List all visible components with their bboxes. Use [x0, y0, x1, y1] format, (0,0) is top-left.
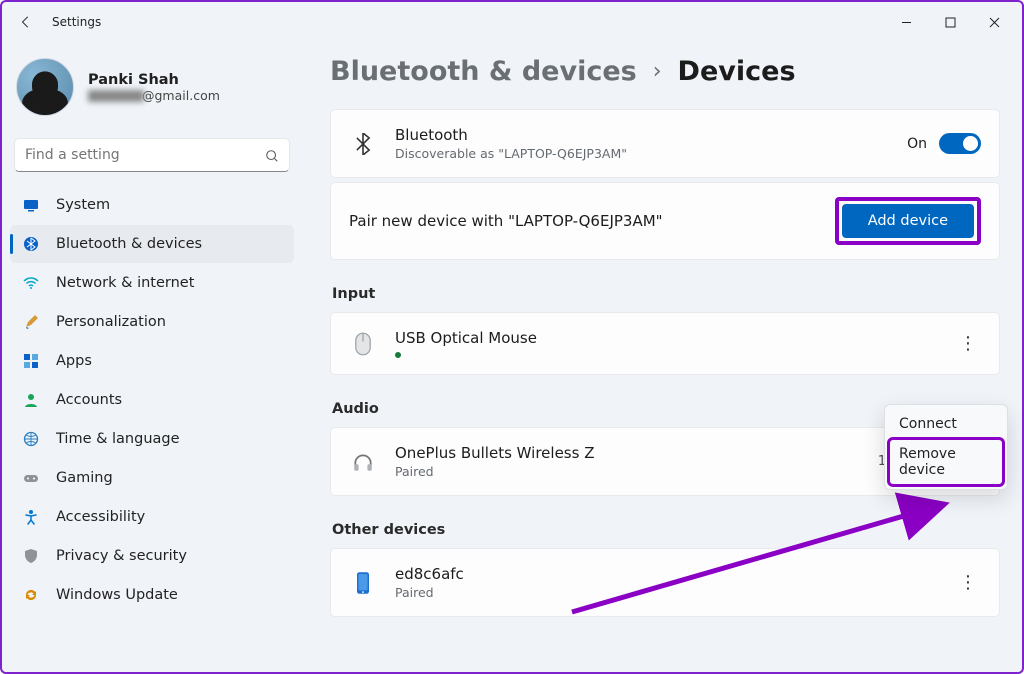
window-controls	[884, 7, 1016, 37]
sidebar: Panki Shah @gmail.com System Bluetooth &…	[2, 42, 302, 672]
nav-label: Privacy & security	[56, 548, 187, 564]
sidebar-item-apps[interactable]: Apps	[10, 342, 294, 380]
sidebar-item-accessibility[interactable]: Accessibility	[10, 498, 294, 536]
titlebar: Settings	[2, 2, 1022, 42]
bluetooth-subtitle: Discoverable as "LAPTOP-Q6EJP3AM"	[395, 146, 627, 161]
nav-label: Personalization	[56, 314, 166, 330]
pair-text: Pair new device with "LAPTOP-Q6EJP3AM"	[349, 212, 663, 230]
sidebar-item-gaming[interactable]: Gaming	[10, 459, 294, 497]
settings-window: Settings Panki Shah @gmail.com	[0, 0, 1024, 674]
sidebar-item-time[interactable]: Time & language	[10, 420, 294, 458]
apps-icon	[22, 352, 40, 370]
globe-clock-icon	[22, 430, 40, 448]
bluetooth-icon	[22, 235, 40, 253]
nav-label: System	[56, 197, 110, 213]
device-status: Paired	[395, 464, 594, 479]
breadcrumb: Bluetooth & devices › Devices	[330, 56, 1000, 87]
section-other-label: Other devices	[332, 522, 1000, 538]
system-icon	[22, 196, 40, 214]
sidebar-item-bluetooth[interactable]: Bluetooth & devices	[10, 225, 294, 263]
sidebar-item-personalization[interactable]: Personalization	[10, 303, 294, 341]
nav-label: Accessibility	[56, 509, 145, 525]
back-button[interactable]	[16, 12, 36, 32]
sidebar-item-network[interactable]: Network & internet	[10, 264, 294, 302]
annotation-highlight-add: Add device	[835, 197, 981, 245]
search-field[interactable]	[25, 147, 257, 163]
mouse-icon	[349, 332, 377, 356]
headphones-icon	[349, 451, 377, 473]
toggle-state-label: On	[907, 136, 927, 152]
section-input-label: Input	[332, 286, 1000, 302]
bluetooth-toggle-card: Bluetooth Discoverable as "LAPTOP-Q6EJP3…	[330, 109, 1000, 178]
nav-label: Gaming	[56, 470, 113, 486]
search-input[interactable]	[14, 138, 290, 172]
search-icon	[265, 148, 279, 162]
device-name: ed8c6afc	[395, 565, 464, 583]
update-icon	[22, 586, 40, 604]
add-device-button[interactable]: Add device	[842, 204, 974, 238]
profile-email: @gmail.com	[88, 88, 220, 103]
nav: System Bluetooth & devices Network & int…	[10, 186, 294, 614]
chevron-right-icon: ›	[653, 59, 662, 84]
device-context-menu: Connect Remove device	[884, 404, 1008, 490]
main-content: Bluetooth & devices › Devices Bluetooth …	[302, 42, 1022, 672]
pair-device-card: Pair new device with "LAPTOP-Q6EJP3AM" A…	[330, 182, 1000, 260]
nav-label: Network & internet	[56, 275, 194, 291]
sidebar-item-update[interactable]: Windows Update	[10, 576, 294, 614]
profile-name: Panki Shah	[88, 72, 220, 88]
breadcrumb-parent[interactable]: Bluetooth & devices	[330, 56, 637, 87]
device-name: OnePlus Bullets Wireless Z	[395, 444, 594, 462]
device-row-mouse[interactable]: USB Optical Mouse ⋮	[330, 312, 1000, 375]
gamepad-icon	[22, 469, 40, 487]
sidebar-item-system[interactable]: System	[10, 186, 294, 224]
device-row-other[interactable]: ed8c6afc Paired ⋮	[330, 548, 1000, 617]
nav-label: Bluetooth & devices	[56, 236, 202, 252]
page-title: Devices	[678, 56, 796, 87]
avatar	[16, 58, 74, 116]
accessibility-icon	[22, 508, 40, 526]
brush-icon	[22, 313, 40, 331]
shield-icon	[22, 547, 40, 565]
bluetooth-toggle[interactable]	[939, 133, 981, 154]
device-status: Paired	[395, 585, 464, 600]
bluetooth-title: Bluetooth	[395, 126, 627, 144]
device-name: USB Optical Mouse	[395, 329, 537, 347]
profile-block[interactable]: Panki Shah @gmail.com	[10, 50, 294, 130]
email-redacted	[88, 90, 144, 102]
more-button[interactable]: ⋮	[955, 570, 981, 596]
menu-item-remove[interactable]: Remove device	[889, 439, 1003, 485]
nav-label: Time & language	[56, 431, 180, 447]
nav-label: Windows Update	[56, 587, 178, 603]
sidebar-item-accounts[interactable]: Accounts	[10, 381, 294, 419]
nav-label: Apps	[56, 353, 92, 369]
status-dot-connected	[395, 352, 401, 358]
maximize-button[interactable]	[928, 7, 972, 37]
window-title: Settings	[52, 15, 101, 29]
phone-icon	[349, 571, 377, 595]
wifi-icon	[22, 274, 40, 292]
nav-label: Accounts	[56, 392, 122, 408]
sidebar-item-privacy[interactable]: Privacy & security	[10, 537, 294, 575]
close-button[interactable]	[972, 7, 1016, 37]
minimize-button[interactable]	[884, 7, 928, 37]
more-button[interactable]: ⋮	[955, 331, 981, 357]
person-icon	[22, 391, 40, 409]
bluetooth-glyph-icon	[349, 133, 377, 155]
menu-item-connect[interactable]: Connect	[889, 409, 1003, 439]
